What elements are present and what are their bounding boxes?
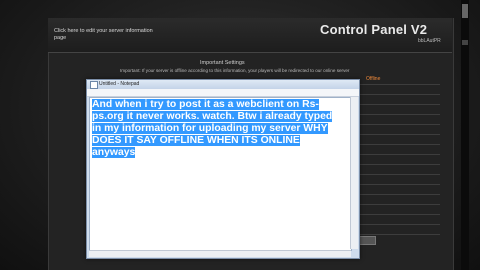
edit-info-link[interactable]: Click here to edit your server informati… [54, 28, 164, 42]
notepad-window[interactable]: Untitled - Notepad –□✕ FileEditFormatVie… [86, 79, 360, 259]
notepad-titlebar[interactable]: Untitled - Notepad –□✕ [87, 80, 359, 97]
notepad-menubar: FileEditFormatViewHelp [87, 89, 359, 103]
section-title: Important Settings [200, 60, 245, 66]
submit-button[interactable] [358, 236, 376, 245]
selected-text[interactable]: And when i try to post it as a webclient… [92, 99, 342, 159]
page-scrollbar-marker [462, 40, 468, 45]
offline-notice: Important: If your server is offline acc… [120, 68, 350, 73]
selected-text-content: And when i try to post it as a webclient… [92, 99, 333, 158]
offline-status-label: Offline [366, 76, 381, 82]
notepad-vertical-scrollbar[interactable] [350, 97, 358, 249]
brand-title: Control Panel V2 [320, 22, 428, 37]
settings-rows [360, 84, 440, 244]
brand-subtitle: bbLAutPR [418, 38, 441, 44]
notepad-app-icon [90, 81, 98, 89]
notepad-title: Untitled - Notepad [99, 81, 140, 87]
notepad-horizontal-scrollbar[interactable] [89, 250, 351, 257]
window-controls: –□✕ [314, 81, 357, 97]
page-scrollbar-thumb[interactable] [462, 4, 468, 18]
